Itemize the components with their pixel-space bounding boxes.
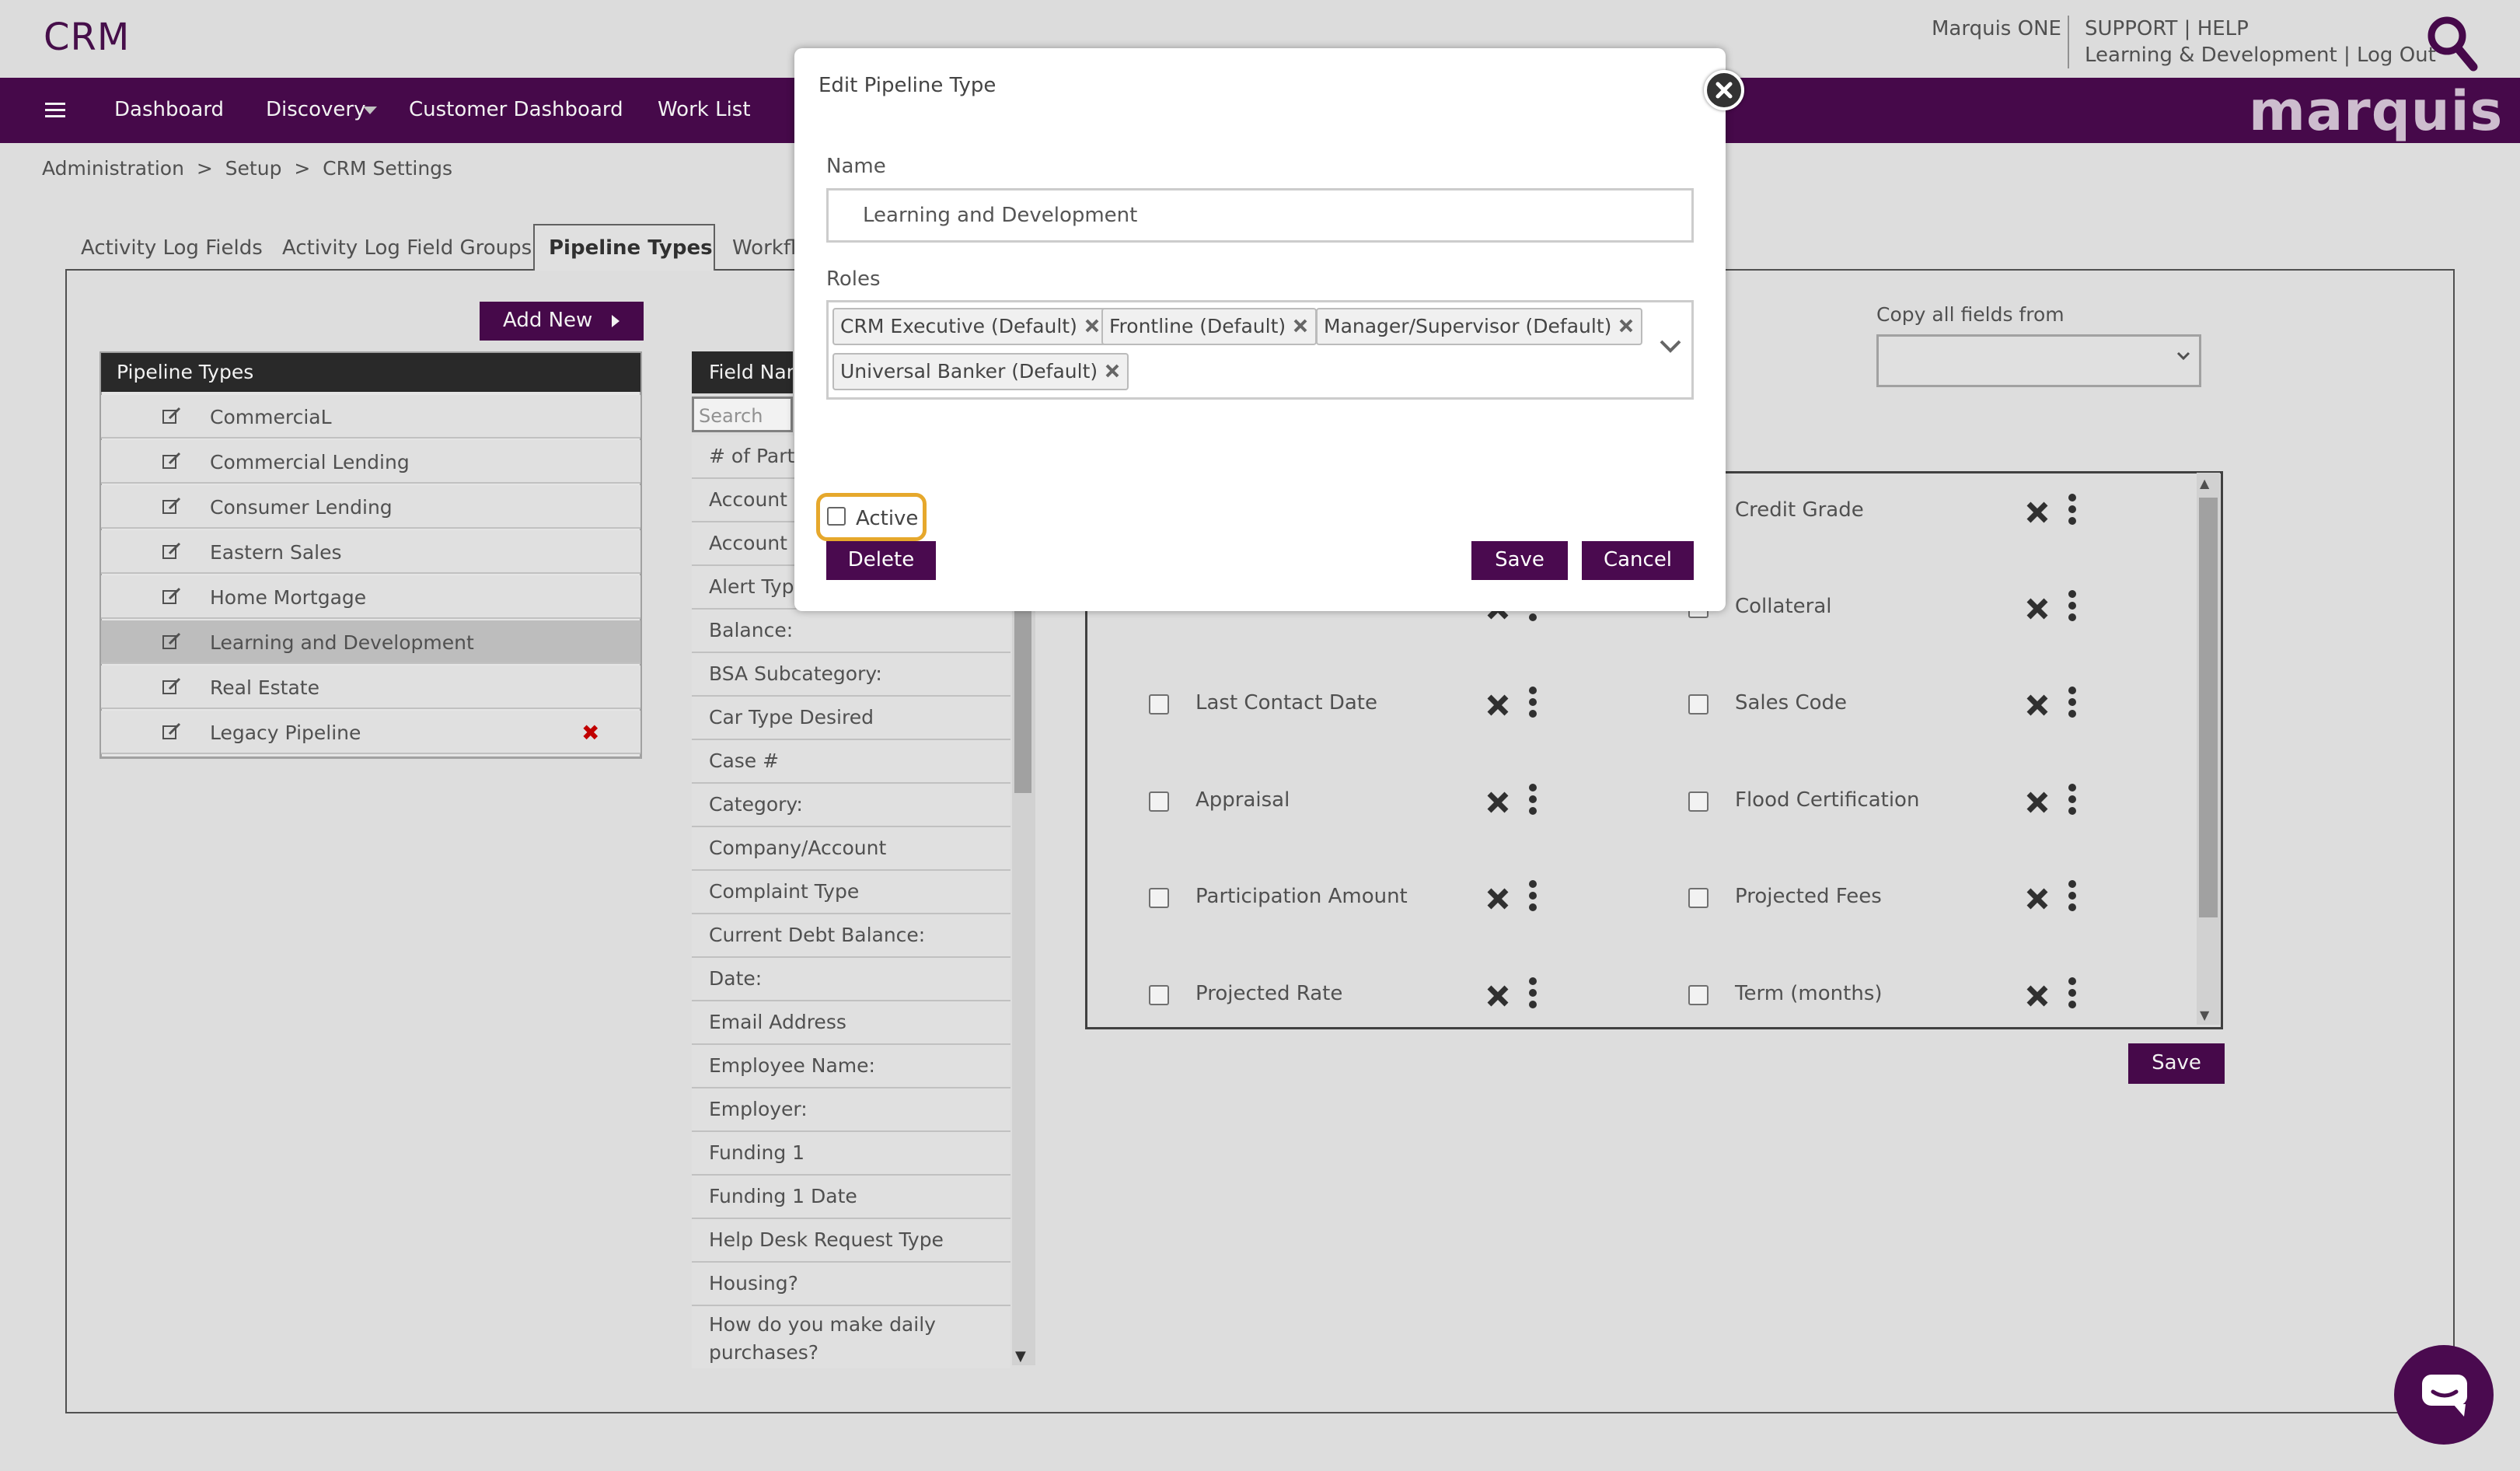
- cancel-button[interactable]: Cancel: [1582, 541, 1694, 580]
- name-input[interactable]: [826, 188, 1694, 243]
- active-label[interactable]: Active: [856, 507, 918, 530]
- remove-role-icon[interactable]: [1104, 362, 1121, 379]
- remove-role-icon[interactable]: [1084, 317, 1101, 334]
- role-chip: CRM Executive (Default): [832, 308, 1108, 345]
- role-chip-label: Manager/Supervisor (Default): [1324, 315, 1612, 337]
- chat-button[interactable]: [2394, 1345, 2494, 1445]
- role-chip-label: Universal Banker (Default): [840, 360, 1098, 383]
- chat-icon: [2421, 1373, 2469, 1418]
- role-chip: Universal Banker (Default): [832, 353, 1129, 390]
- roles-label: Roles: [826, 267, 881, 291]
- remove-role-icon[interactable]: [1618, 317, 1635, 334]
- remove-role-icon[interactable]: [1292, 317, 1309, 334]
- role-chip: Manager/Supervisor (Default): [1316, 308, 1643, 345]
- dialog-title: Edit Pipeline Type: [818, 74, 996, 97]
- chevron-down-icon[interactable]: [1659, 339, 1682, 355]
- role-chip-label: CRM Executive (Default): [840, 315, 1077, 337]
- role-chip-label: Frontline (Default): [1109, 315, 1286, 337]
- role-chip: Frontline (Default): [1101, 308, 1318, 345]
- close-icon[interactable]: [1704, 70, 1744, 110]
- active-checkbox[interactable]: [827, 507, 846, 526]
- save-button[interactable]: Save: [1471, 541, 1568, 580]
- name-label: Name: [826, 155, 886, 178]
- delete-button[interactable]: Delete: [826, 541, 936, 580]
